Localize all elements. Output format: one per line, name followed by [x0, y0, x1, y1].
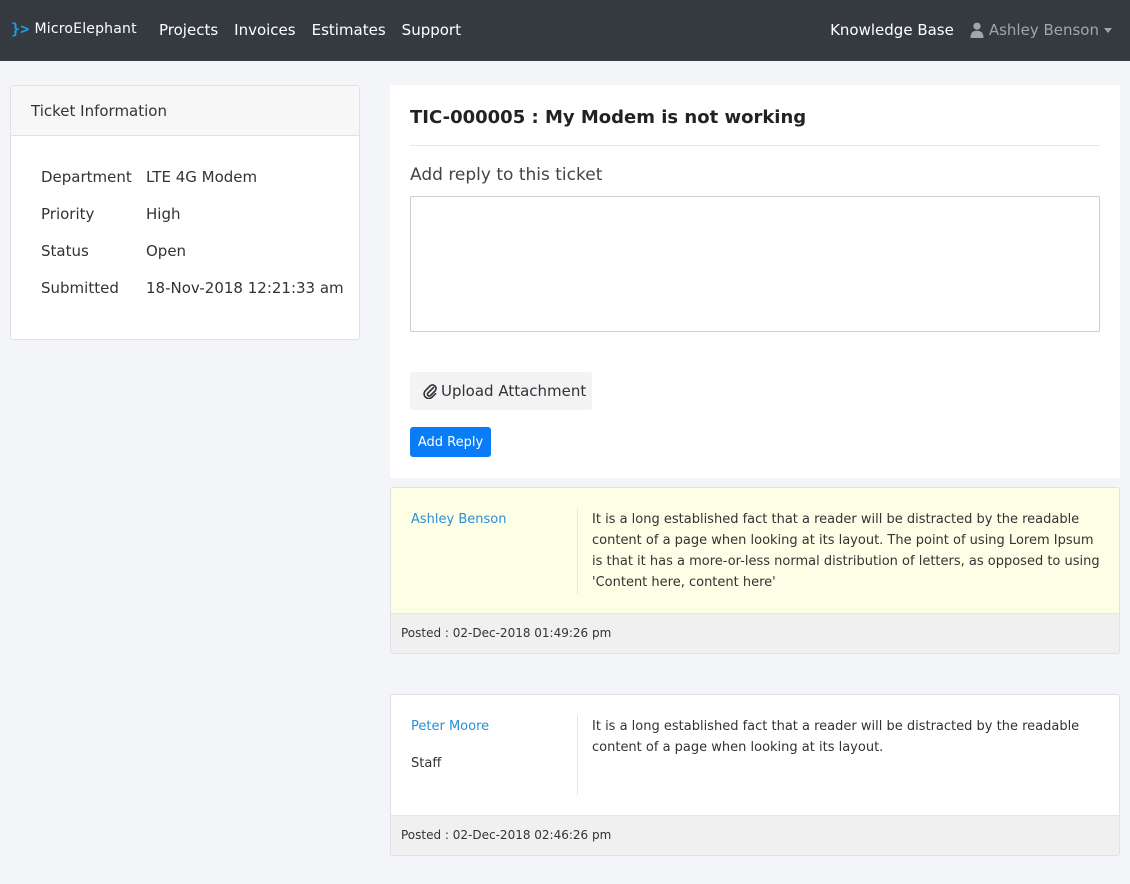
nav-knowledge-base[interactable]: Knowledge Base	[830, 21, 954, 39]
reply-textarea[interactable]	[410, 196, 1100, 332]
info-label: Priority	[41, 205, 95, 223]
info-label: Status	[41, 242, 89, 260]
reply-author-role: Staff	[411, 756, 442, 771]
user-name: Ashley Benson	[988, 21, 1099, 39]
info-label: Submitted	[41, 279, 119, 297]
nav-support[interactable]: Support	[402, 21, 461, 39]
ticket-info-table: Department LTE 4G Modem Priority High St…	[41, 168, 344, 316]
reply-author-link[interactable]: Ashley Benson	[411, 512, 506, 527]
info-row-department: Department LTE 4G Modem	[41, 168, 344, 205]
reply-posted-date: Posted : 02-Dec-2018 01:49:26 pm	[391, 613, 1119, 653]
info-value: 18-Nov-2018 12:21:33 am	[146, 279, 344, 297]
ticket-reply-card: TIC-000005 : My Modem is not working Add…	[390, 85, 1120, 478]
main-nav: Projects Invoices Estimates Support	[159, 21, 477, 39]
top-navbar: }> MicroElephant Projects Invoices Estim…	[0, 0, 1130, 61]
divider	[577, 715, 578, 795]
brand-logo[interactable]: }> MicroElephant	[11, 20, 137, 38]
user-menu-dropdown[interactable]: Ashley Benson	[970, 21, 1112, 39]
reply-posted-date: Posted : 02-Dec-2018 02:46:26 pm	[391, 815, 1119, 855]
brand-mark-icon: }>	[11, 20, 30, 38]
reply-card: Ashley Benson It is a long established f…	[390, 487, 1120, 654]
nav-invoices[interactable]: Invoices	[234, 21, 295, 39]
ticket-title: TIC-000005 : My Modem is not working	[410, 107, 807, 128]
reply-card: Peter Moore Staff It is a long establish…	[390, 694, 1120, 856]
nav-right: Knowledge Base Ashley Benson	[830, 21, 1112, 39]
add-reply-button[interactable]: Add Reply	[410, 427, 491, 457]
upload-attachment-button[interactable]: Upload Attachment	[410, 372, 592, 410]
info-row-submitted: Submitted 18-Nov-2018 12:21:33 am	[41, 279, 344, 316]
info-row-status: Status Open	[41, 242, 344, 279]
info-row-priority: Priority High	[41, 205, 344, 242]
paperclip-icon	[423, 384, 437, 399]
reply-message: It is a long established fact that a rea…	[592, 512, 1100, 590]
info-value: Open	[146, 242, 187, 260]
user-icon	[970, 22, 984, 38]
ticket-info-header: Ticket Information	[11, 86, 359, 136]
ticket-info-card: Ticket Information Department LTE 4G Mod…	[10, 85, 360, 340]
info-label: Department	[41, 168, 132, 186]
chevron-down-icon	[1104, 27, 1112, 33]
nav-estimates[interactable]: Estimates	[312, 21, 386, 39]
brand-name: MicroElephant	[34, 21, 137, 37]
upload-attachment-label: Upload Attachment	[441, 382, 587, 400]
info-value: LTE 4G Modem	[146, 168, 258, 186]
info-value: High	[146, 205, 181, 223]
divider	[577, 508, 578, 594]
reply-author-link[interactable]: Peter Moore	[411, 719, 489, 734]
reply-label: Add reply to this ticket	[410, 165, 603, 185]
nav-projects[interactable]: Projects	[159, 21, 218, 39]
reply-message: It is a long established fact that a rea…	[592, 719, 1080, 755]
divider	[410, 145, 1100, 146]
